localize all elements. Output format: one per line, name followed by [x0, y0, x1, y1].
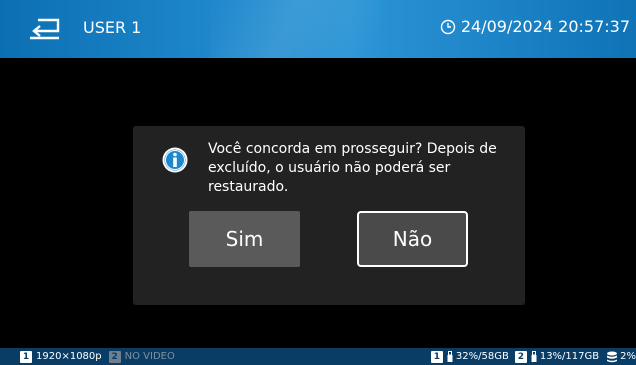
info-icon [162, 147, 188, 173]
usb2-usage: 13%/117GB [539, 351, 600, 362]
yes-button-label: Sim [225, 227, 264, 251]
page-title: USER 1 [83, 18, 142, 37]
datetime-text: 24/09/2024 20:57:37 [460, 17, 630, 36]
back-button[interactable] [26, 14, 64, 44]
usb2-badge: 2 [514, 350, 527, 363]
status-bar: 1 1920×1080p 2 NO VIDEO 1 32%/58GB 2 13%… [0, 348, 636, 365]
top-bar: USER 1 24/09/2024 20:57:37 [0, 0, 636, 58]
no-button-label: Não [392, 227, 433, 251]
usb-drive-icon [447, 351, 453, 362]
usb1-usage: 32%/58GB [455, 351, 509, 362]
main-content: Você concorda em prosseguir? Depois de e… [0, 58, 636, 348]
back-arrow-icon [30, 18, 60, 40]
usb-drive-icon [531, 351, 537, 362]
confirm-dialog: Você concorda em prosseguir? Depois de e… [133, 126, 525, 305]
usb1-badge: 1 [430, 350, 443, 363]
datetime-display: 24/09/2024 20:57:37 [440, 17, 630, 36]
input2-status: NO VIDEO [124, 351, 175, 362]
storage-usage: 2% [620, 351, 636, 362]
input2-badge: 2 [108, 350, 121, 363]
no-button[interactable]: Não [357, 211, 468, 267]
input1-badge: 1 [20, 350, 32, 363]
header-sheen [210, 0, 380, 58]
yes-button[interactable]: Sim [189, 211, 300, 267]
input1-resolution: 1920×1080p [36, 351, 102, 362]
storage-icon [607, 351, 618, 362]
dialog-message: Você concorda em prosseguir? Depois de e… [208, 141, 497, 195]
clock-icon [440, 19, 456, 34]
